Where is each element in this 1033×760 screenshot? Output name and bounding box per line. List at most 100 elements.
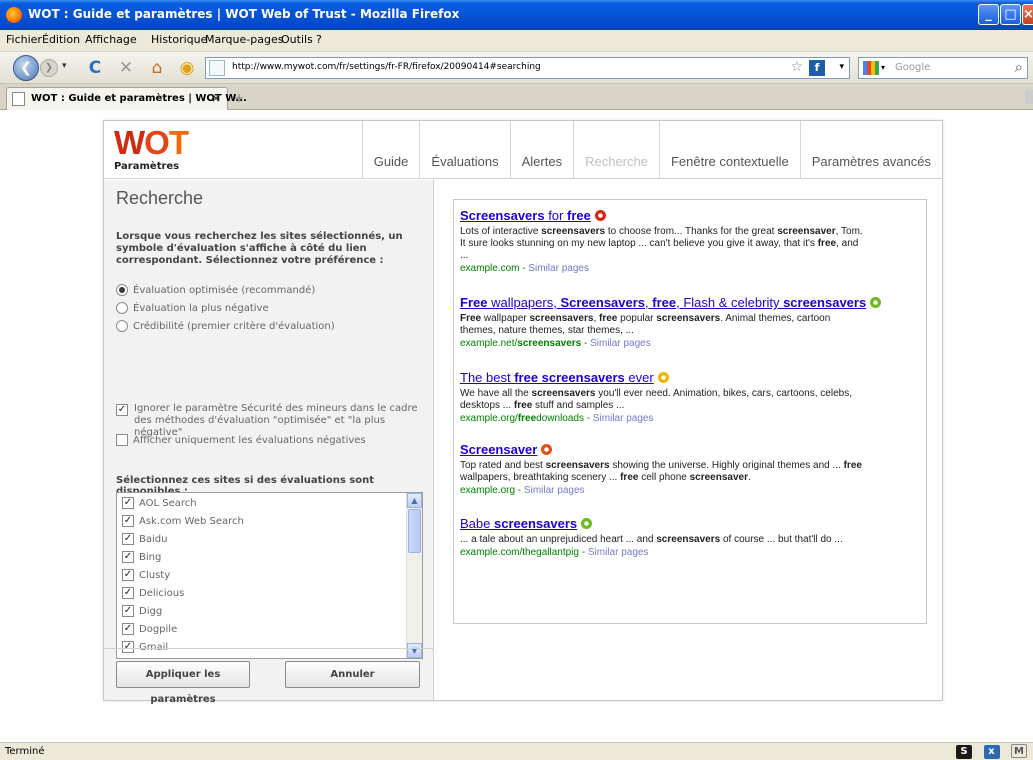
page-icon (209, 60, 225, 76)
skype-icon[interactable]: S (956, 745, 972, 759)
list-item[interactable]: ✓ Delicious (122, 587, 184, 599)
addon-icon[interactable]: x (983, 745, 1000, 759)
checkbox[interactable]: ✓ (122, 569, 134, 581)
menu-help[interactable]: ? (316, 33, 322, 46)
similar-pages-link[interactable]: Similar pages (593, 413, 654, 424)
wot-logo[interactable]: WOT Paramètres (114, 124, 189, 172)
wot-rating-icon[interactable] (594, 210, 606, 221)
similar-pages-link[interactable]: Similar pages (528, 263, 589, 274)
url-dropdown-icon[interactable]: ▾ (839, 62, 844, 72)
reload-icon[interactable]: C (84, 58, 106, 78)
checkbox[interactable]: ✓ (116, 404, 128, 416)
list-item[interactable]: ✓ Clusty (122, 569, 170, 581)
wot-rating-icon[interactable] (541, 444, 553, 455)
list-item[interactable]: ✓ AOL Search (122, 497, 197, 509)
menu-edition[interactable]: Édition (42, 33, 80, 46)
url-bar[interactable]: http://www.mywot.com/fr/settings/fr-FR/f… (205, 57, 850, 79)
checkbox[interactable]: ✓ (122, 623, 134, 635)
settings-panel: WOT Paramètres Guide Évaluations Alertes… (103, 120, 943, 705)
radio-button[interactable] (116, 302, 128, 314)
checkbox[interactable]: ✓ (122, 587, 134, 599)
intro-text: Lorsque vous recherchez les sites sélect… (116, 231, 403, 266)
checkbox[interactable] (116, 434, 128, 446)
checkbox[interactable]: ✓ (122, 515, 134, 527)
logo-letter-o: O (144, 124, 170, 161)
option-most-negative[interactable]: Évaluation la plus négative (116, 302, 269, 314)
checkbox[interactable]: ✓ (122, 551, 134, 563)
checkbox[interactable]: ✓ (122, 497, 134, 509)
result-title[interactable]: Screensaver (460, 442, 915, 457)
menu-marque-pages[interactable]: Marque-pages (205, 33, 283, 46)
search-result: Screensaver Top rated and best screensav… (460, 442, 915, 496)
cancel-button[interactable]: Annuler (285, 661, 420, 688)
menu-outils[interactable]: Outils (281, 33, 313, 46)
tab-scroll-handle[interactable] (1025, 90, 1033, 104)
sites-list[interactable]: ✓ AOL Search ✓ Ask.com Web Search ✓ Baidu ✓… (116, 492, 423, 659)
result-title[interactable]: The best free screensavers ever (460, 370, 915, 385)
scroll-down-icon[interactable]: ▼ (407, 643, 422, 658)
close-button[interactable]: × (1022, 4, 1033, 25)
tab-wot[interactable]: WOT : Guide et paramètres | WOT W... × (6, 87, 247, 110)
similar-pages-link[interactable]: Similar pages (524, 485, 585, 496)
search-engine-icon[interactable] (863, 61, 879, 75)
search-icon[interactable]: ⌕ (1015, 58, 1023, 76)
tab-fenetre-contextuelle[interactable]: Fenêtre contextuelle (658, 121, 800, 179)
tab-guide[interactable]: Guide (361, 121, 420, 179)
scroll-up-icon[interactable]: ▲ (407, 493, 422, 508)
result-url: example.org - Similar pages (460, 485, 585, 496)
wot-rating-icon[interactable] (581, 518, 593, 529)
site-label: Delicious (139, 588, 185, 599)
option-trustworthiness[interactable]: Crédibilité (premier critère d'évaluatio… (116, 320, 335, 332)
apply-button[interactable]: Appliquer les paramètres (116, 661, 250, 705)
wot-rating-icon[interactable] (870, 297, 882, 308)
checkbox[interactable]: ✓ (122, 533, 134, 545)
list-item[interactable]: ✓ Digg (122, 605, 162, 617)
tab-parametres-avances[interactable]: Paramètres avancés (799, 121, 942, 179)
scroll-thumb[interactable] (408, 509, 421, 553)
list-item[interactable]: ✓ Baidu (122, 533, 167, 545)
navigation-toolbar: ❮ ❯ ▾ C ✕ ⌂ ◉ http://www.mywot.com/fr/se… (0, 52, 1033, 84)
list-item[interactable]: ✓Gmail (122, 641, 168, 653)
similar-pages-link[interactable]: Similar pages (588, 547, 649, 558)
history-dropdown-icon[interactable]: ▾ (62, 61, 67, 71)
menu-bar: Fichier Édition Affichage Historique Mar… (0, 30, 1033, 52)
list-item[interactable]: ✓ Bing (122, 551, 161, 563)
maximize-button[interactable]: □ (1000, 4, 1021, 25)
radio-button[interactable] (116, 320, 128, 332)
search-engine-dropdown-icon[interactable]: ▾ (881, 63, 885, 72)
home-icon[interactable]: ⌂ (146, 58, 168, 78)
option-optimized[interactable]: Évaluation optimisée (recommandé) (116, 284, 315, 296)
sites-scrollbar[interactable]: ▲ ▼ (406, 493, 422, 658)
search-result: The best free screensavers ever We have … (460, 370, 915, 424)
similar-pages-link[interactable]: Similar pages (590, 338, 651, 349)
search-bar[interactable]: ▾ Google ⌕ (858, 57, 1028, 79)
checkbox[interactable]: ✓ (122, 641, 134, 653)
back-button[interactable]: ❮ (13, 55, 39, 81)
feed-icon[interactable]: f (809, 60, 825, 76)
result-title[interactable]: Screensavers for free (460, 208, 915, 223)
forward-button[interactable]: ❯ (40, 59, 58, 77)
mail-icon[interactable]: M (1011, 744, 1027, 758)
minimize-button[interactable]: _ (978, 4, 999, 25)
result-title[interactable]: Free wallpapers, Screensavers, free, Fla… (460, 295, 915, 310)
wot-rating-icon[interactable] (657, 372, 669, 383)
checkbox[interactable]: ✓ (122, 605, 134, 617)
tab-evaluations[interactable]: Évaluations (419, 121, 509, 179)
radio-button[interactable] (116, 284, 128, 296)
tab-alertes[interactable]: Alertes (509, 121, 573, 179)
site-label: AOL Search (139, 498, 197, 509)
tab-close-icon[interactable]: × (211, 91, 221, 105)
stop-icon[interactable]: ✕ (115, 58, 137, 78)
list-item[interactable]: ✓ Ask.com Web Search (122, 515, 244, 527)
bookmark-star-icon[interactable]: ☆ (790, 59, 803, 75)
menu-affichage[interactable]: Affichage (85, 33, 137, 46)
menu-fichier[interactable]: Fichier (6, 33, 42, 46)
wot-toolbar-icon[interactable]: ◉ (176, 58, 198, 78)
result-title[interactable]: Babe screensavers (460, 516, 915, 531)
only-negative-option[interactable]: Afficher uniquement les évaluations néga… (116, 434, 366, 446)
new-tab-button[interactable]: + (234, 91, 244, 105)
list-item[interactable]: ✓ Dogpile (122, 623, 177, 635)
footer-divider (104, 648, 434, 649)
menu-historique[interactable]: Historique (151, 33, 207, 46)
status-icons: S x M (948, 744, 1027, 759)
